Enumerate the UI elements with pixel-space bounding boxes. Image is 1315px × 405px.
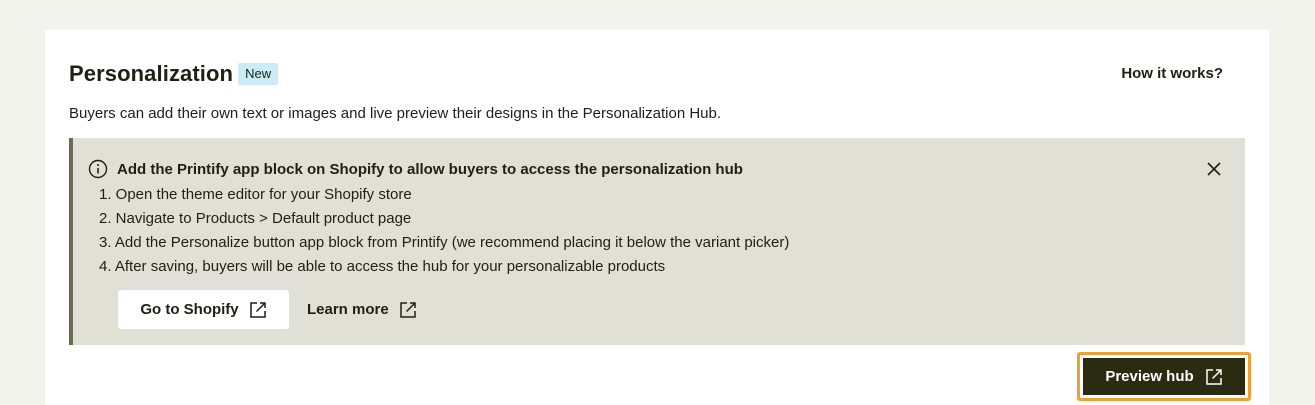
step-item: 1. Open the theme editor for your Shopif… xyxy=(99,186,412,203)
title-row: Personalization New xyxy=(69,60,279,88)
info-notice: Add the Printify app block on Shopify to… xyxy=(69,138,1245,345)
how-it-works-link[interactable]: How it works? xyxy=(1121,65,1223,82)
go-to-shopify-button[interactable]: Go to Shopify xyxy=(118,290,289,329)
go-to-shopify-label: Go to Shopify xyxy=(140,301,239,318)
external-link-icon xyxy=(249,301,267,319)
step-item: 3. Add the Personalize button app block … xyxy=(99,234,790,251)
new-badge: New xyxy=(238,63,279,85)
preview-hub-label: Preview hub xyxy=(1105,368,1194,385)
external-link-icon xyxy=(399,301,417,319)
info-icon xyxy=(88,159,108,179)
learn-more-label: Learn more xyxy=(307,301,389,318)
notice-heading: Add the Printify app block on Shopify to… xyxy=(88,159,743,179)
step-item: 2. Navigate to Products > Default produc… xyxy=(99,210,412,227)
description-text: Buyers can add their own text or images … xyxy=(69,105,722,122)
preview-hub-button[interactable]: Preview hub xyxy=(1083,358,1245,395)
notice-actions: Go to Shopify Learn more xyxy=(118,290,417,329)
page-title: Personalization xyxy=(69,61,234,86)
learn-more-link[interactable]: Learn more xyxy=(307,301,417,319)
preview-hub-focus-ring: Preview hub xyxy=(1077,352,1251,401)
close-icon[interactable] xyxy=(1205,160,1223,178)
personalization-card: Personalization New How it works? Buyers… xyxy=(45,30,1269,405)
external-link-icon xyxy=(1205,368,1223,386)
notice-heading-text: Add the Printify app block on Shopify to… xyxy=(117,160,743,178)
steps-list: 1. Open the theme editor for your Shopif… xyxy=(99,183,789,279)
step-item: 4. After saving, buyers will be able to … xyxy=(99,258,666,275)
